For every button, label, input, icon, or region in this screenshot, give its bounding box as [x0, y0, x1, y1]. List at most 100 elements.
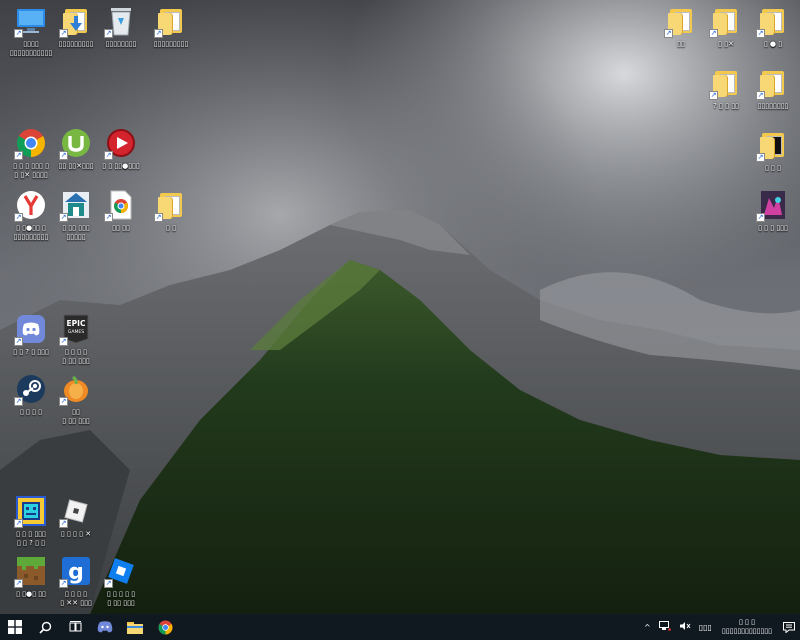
roblox-studio-icon: ↗ — [104, 554, 138, 588]
system-tray: ^ ▯▯▯ ▯ ▯ ▯ ▯▯▯▯▯▯▯▯▯▯▯▯▯ — [640, 614, 800, 640]
taskbar-file-explorer[interactable] — [120, 614, 150, 640]
search-button[interactable] — [30, 614, 60, 640]
task-view-button[interactable] — [60, 614, 90, 640]
desktop-icon-label: ▯▯▯▯▯▯▯▯ — [757, 102, 789, 110]
shortcut-arrow-icon: ↗ — [154, 29, 163, 38]
desktop[interactable]: ↗ ▯▯▯▯ ▯▯▯▯▯▯▯▯▯▯▯ ↗ ▯▯▯▯▯▯▯▯▯ ↗ ▯▯▯▯▯▯▯▯ ↗ ▯▯▯… — [0, 0, 800, 614]
this-pc-icon: ↗ — [14, 4, 48, 38]
desktop-icon-label: ▯ ▯ ▯ ▯ ✕ — [60, 530, 92, 538]
notification-icon — [783, 621, 795, 633]
shortcut-arrow-icon: ↗ — [756, 91, 765, 100]
shortcut-arrow-icon: ↗ — [14, 579, 23, 588]
left-desktop-icon-documents-folder-icon[interactable]: ↗ ▯▯▯▯▯▯▯▯▯ — [140, 2, 202, 62]
folder-icon: ↗ — [709, 4, 743, 38]
discord-icon: ↗ — [14, 312, 48, 346]
left-desktop-icon-fl-studio-icon[interactable]: ↗ ▯▯ ▯ ▯▯ ▯▯▯ — [45, 370, 107, 430]
desktop-icon-label: ▯ ▯ ▯▯●▯▯▯ — [102, 162, 140, 170]
svg-text:GAMES: GAMES — [68, 329, 84, 335]
taskbar-clock[interactable]: ▯ ▯ ▯ ▯▯▯▯▯▯▯▯▯▯▯▯▯ — [716, 618, 778, 636]
chrome-icon: ↗ — [14, 126, 48, 160]
folder-icon: ↗ — [709, 66, 743, 100]
game-shortcut-icon: ↗ — [756, 188, 790, 222]
roblox-icon: ↗ — [59, 494, 93, 528]
clock-date: ▯▯▯▯▯▯▯▯▯▯▯▯▯ — [721, 627, 772, 635]
right-desktop-icon-black-file-icon[interactable]: ↗ ▯ ▯ ▯ — [742, 126, 800, 186]
downloads-folder-icon: ↗ — [59, 4, 93, 38]
app-installer-icon: ↗ — [59, 188, 93, 222]
shortcut-arrow-icon: ↗ — [154, 213, 163, 222]
shortcut-arrow-icon: ↗ — [59, 397, 68, 406]
shortcut-arrow-icon: ↗ — [59, 151, 68, 160]
mountain-wallpaper — [0, 0, 800, 614]
garrys-mod-icon: g ↗ — [59, 554, 93, 588]
desktop-icon-label: ▯ ▯ ▯ ▯ ▯ ▯ ▯▯ ▯▯▯ — [106, 590, 136, 607]
left-desktop-icon-media-player-icon[interactable]: ↗ ▯ ▯ ▯▯●▯▯▯ — [90, 124, 152, 184]
desktop-icon-label: ▯ ▯ — [166, 224, 176, 232]
shortcut-arrow-icon: ↗ — [59, 519, 68, 528]
right-desktop-icon-folder-icon[interactable]: ↗ ▯ ● ▯ — [742, 2, 800, 62]
discord-icon — [97, 621, 113, 633]
shortcut-arrow-icon: ↗ — [756, 213, 765, 222]
taskbar-discord[interactable] — [90, 614, 120, 640]
shortcut-arrow-icon: ↗ — [14, 151, 23, 160]
desktop-icon-label: ▯ ● ▯ — [763, 40, 783, 48]
desktop-icon-label: ▯ ▯ ▯ — [764, 164, 781, 172]
shortcut-arrow-icon: ↗ — [104, 29, 113, 38]
shortcut-arrow-icon: ↗ — [104, 151, 113, 160]
svg-text:EPIC: EPIC — [67, 319, 86, 328]
left-desktop-icon-roblox-studio-icon[interactable]: ↗ ▯ ▯ ▯ ▯ ▯ ▯ ▯▯ ▯▯▯ — [90, 552, 152, 612]
chrome-icon — [158, 620, 172, 634]
epic-games-icon: EPIC GAMES ↗ — [59, 312, 93, 346]
desktop-icon-label: ▯▯▯▯▯▯▯▯▯ — [153, 40, 189, 48]
folder-icon: ↗ — [154, 188, 188, 222]
desktop-icon-label: ▯▯ ▯ ▯▯ ▯▯▯ — [62, 408, 90, 425]
shortcut-arrow-icon: ↗ — [14, 337, 23, 346]
shortcut-arrow-icon: ↗ — [14, 213, 23, 222]
left-desktop-icon-epic-games-icon[interactable]: EPIC GAMES ↗ ▯ ▯ ▯ ▯ ▯ ▯▯ ▯▯▯ — [45, 310, 107, 370]
shortcut-arrow-icon: ↗ — [14, 519, 23, 528]
volume-icon[interactable] — [675, 621, 695, 633]
shortcut-arrow-icon: ↗ — [104, 213, 113, 222]
shortcut-arrow-icon: ↗ — [709, 91, 718, 100]
windows-start-icon — [8, 620, 22, 634]
shortcut-arrow-icon: ↗ — [59, 213, 68, 222]
windows-start-button[interactable] — [0, 614, 30, 640]
network-icon[interactable] — [655, 621, 675, 633]
folder-icon: ↗ — [756, 4, 790, 38]
left-desktop-icon-folder-icon[interactable]: ↗ ▯ ▯ — [140, 186, 202, 246]
shortcut-arrow-icon: ↗ — [709, 29, 718, 38]
input-language-indicator[interactable]: ▯▯▯ — [695, 623, 716, 632]
desktop-icon-label: ▯ ▯ ▯ ▯▯▯ — [758, 224, 788, 232]
shortcut-arrow-icon: ↗ — [14, 29, 23, 38]
clock-time: ▯ ▯ ▯ — [738, 618, 755, 626]
right-desktop-icon-folder-icon[interactable]: ↗ ▯▯▯▯▯▯▯▯ — [742, 64, 800, 124]
media-player-icon: ↗ — [104, 126, 138, 160]
folder-icon: ↗ — [756, 66, 790, 100]
shortcut-arrow-icon: ↗ — [664, 29, 673, 38]
taskbar-chrome[interactable] — [150, 614, 180, 640]
shortcut-arrow-icon: ↗ — [104, 579, 113, 588]
desktop-icon-label: ▯ ▯ ▯ ▯ ▯ ▯▯ ▯▯▯ — [62, 348, 90, 365]
yandex-browser-icon: ↗ — [14, 188, 48, 222]
steam-icon: ↗ — [14, 372, 48, 406]
right-desktop-icon-game-shortcut-icon[interactable]: ↗ ▯ ▯ ▯ ▯▯▯ — [742, 186, 800, 246]
shortcut-arrow-icon: ↗ — [59, 337, 68, 346]
left-desktop-icon-roblox-icon[interactable]: ↗ ▯ ▯ ▯ ▯ ✕ — [45, 492, 107, 552]
shortcut-arrow-icon: ↗ — [59, 29, 68, 38]
fl-studio-icon: ↗ — [59, 372, 93, 406]
geometry-dash-icon: ↗ — [14, 494, 48, 528]
shortcut-arrow-icon: ↗ — [756, 29, 765, 38]
tray-chevron-button[interactable]: ^ — [640, 623, 655, 632]
taskbar: ^ ▯▯▯ ▯ ▯ ▯ ▯▯▯▯▯▯▯▯▯▯▯▯▯ — [0, 614, 800, 640]
chrome-doc-icon: ↗ — [104, 188, 138, 222]
search-icon — [38, 621, 51, 634]
black-file-icon: ↗ — [756, 128, 790, 162]
notification-center-button[interactable] — [778, 614, 800, 640]
svg-text:g: g — [68, 560, 84, 585]
minecraft-icon: ↗ — [14, 554, 48, 588]
file-explorer-icon — [127, 621, 143, 634]
task-view-icon — [69, 621, 81, 632]
utorrent-icon: ↗ — [59, 126, 93, 160]
folder-icon: ↗ — [664, 4, 698, 38]
shortcut-arrow-icon: ↗ — [756, 153, 765, 162]
